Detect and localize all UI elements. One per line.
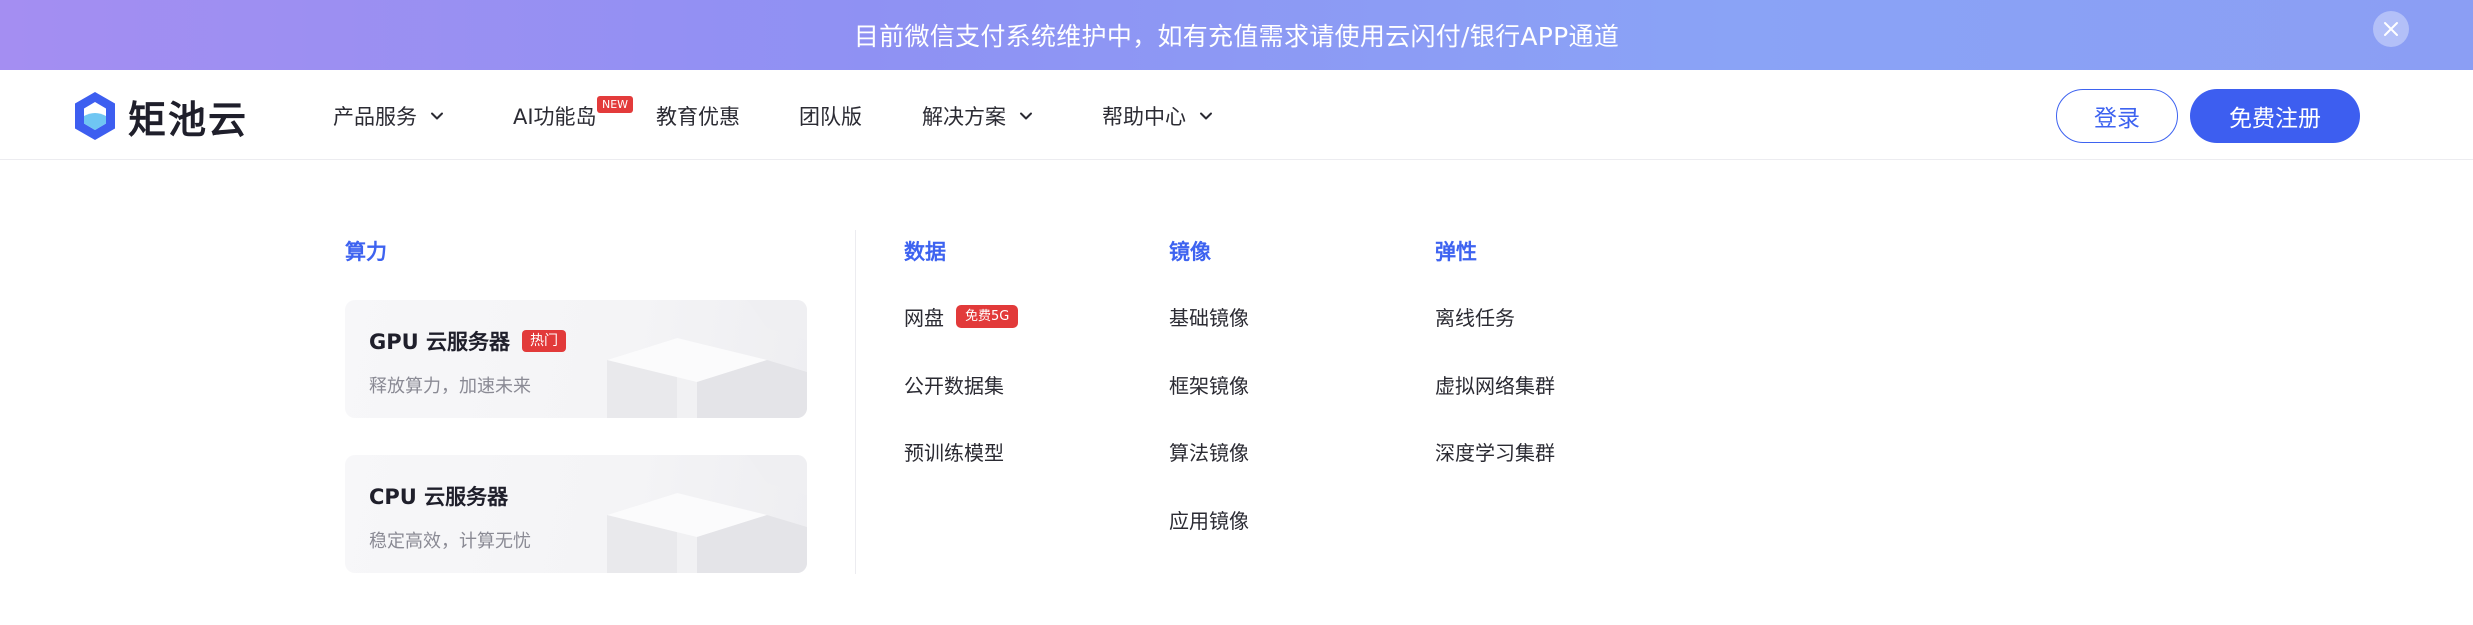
- cpu-server-card[interactable]: CPU 云服务器 稳定高效，计算无忧: [345, 455, 807, 573]
- hexagon-logo-icon: [75, 92, 115, 140]
- hot-badge: 热门: [522, 330, 566, 352]
- close-icon: [2384, 22, 2398, 36]
- menu-link-label: 深度学习集群: [1435, 441, 1555, 465]
- menu-link-base-image[interactable]: 基础镜像: [1169, 302, 1249, 331]
- nav-label: 教育优惠: [656, 105, 740, 129]
- menu-link-algorithm-image[interactable]: 算法镜像: [1169, 437, 1249, 466]
- nav-label: 团队版: [799, 105, 862, 129]
- new-badge: NEW: [597, 96, 634, 113]
- announcement-banner: 目前微信支付系统维护中，如有充值需求请使用云闪付/银行APP通道: [0, 0, 2473, 70]
- banner-close-button[interactable]: [2373, 11, 2409, 47]
- cube-decoration-icon: [607, 300, 807, 418]
- card-title-text: CPU 云服务器: [369, 485, 509, 509]
- column-title-image: 镜像: [1169, 240, 1211, 264]
- menu-link-label: 公开数据集: [904, 374, 1004, 398]
- free-storage-badge: 免费5G: [956, 305, 1019, 328]
- nav-item-products[interactable]: 产品服务: [333, 98, 445, 134]
- nav-item-ai-island[interactable]: AI功能岛 NEW: [513, 96, 634, 134]
- brand-name: 矩池云: [128, 97, 249, 142]
- column-title-data: 数据: [904, 240, 946, 264]
- nav-item-team[interactable]: 团队版: [799, 98, 862, 134]
- chevron-down-icon: [431, 112, 443, 120]
- card-title: GPU 云服务器 热门: [369, 326, 566, 356]
- menu-link-app-image[interactable]: 应用镜像: [1169, 505, 1249, 534]
- menu-link-label: 框架镜像: [1169, 374, 1249, 398]
- menu-link-virtual-network-cluster[interactable]: 虚拟网络集群: [1435, 370, 1555, 399]
- nav-label: 产品服务: [333, 105, 417, 129]
- chevron-down-icon: [1200, 112, 1212, 120]
- card-description: 释放算力，加速未来: [369, 376, 531, 397]
- login-button[interactable]: 登录: [2056, 89, 2178, 143]
- nav-item-solutions[interactable]: 解决方案: [922, 98, 1034, 134]
- menu-link-netdisk[interactable]: 网盘 免费5G: [904, 302, 1019, 331]
- menu-link-label: 虚拟网络集群: [1435, 374, 1555, 398]
- nav-label: 帮助中心: [1102, 105, 1186, 129]
- menu-link-framework-image[interactable]: 框架镜像: [1169, 370, 1249, 399]
- banner-text: 目前微信支付系统维护中，如有充值需求请使用云闪付/银行APP通道: [853, 22, 1620, 51]
- nav-label: AI功能岛: [513, 105, 597, 129]
- menu-link-pretrained-models[interactable]: 预训练模型: [904, 437, 1004, 466]
- card-title: CPU 云服务器: [369, 481, 508, 511]
- nav-item-help[interactable]: 帮助中心: [1102, 98, 1214, 134]
- register-button[interactable]: 免费注册: [2190, 89, 2360, 143]
- menu-link-label: 离线任务: [1435, 306, 1515, 330]
- navbar: 矩池云 产品服务 AI功能岛 NEW 教育优惠 团队版 解决方案 帮助中心 登录…: [0, 70, 2473, 160]
- menu-link-public-datasets[interactable]: 公开数据集: [904, 370, 1004, 399]
- column-title-elastic: 弹性: [1435, 240, 1477, 264]
- nav-label: 解决方案: [922, 105, 1006, 129]
- menu-link-offline-tasks[interactable]: 离线任务: [1435, 302, 1515, 331]
- menu-link-label: 应用镜像: [1169, 509, 1249, 533]
- gpu-server-card[interactable]: GPU 云服务器 热门 释放算力，加速未来: [345, 300, 807, 418]
- menu-link-label: 预训练模型: [904, 441, 1004, 465]
- menu-link-deep-learning-cluster[interactable]: 深度学习集群: [1435, 437, 1555, 466]
- logo[interactable]: 矩池云: [72, 90, 248, 142]
- card-description: 稳定高效，计算无忧: [369, 531, 531, 552]
- menu-link-label: 算法镜像: [1169, 441, 1249, 465]
- chevron-down-icon: [1020, 112, 1032, 120]
- column-divider: [855, 230, 856, 574]
- menu-link-label: 基础镜像: [1169, 306, 1249, 330]
- nav-item-education[interactable]: 教育优惠: [656, 98, 740, 134]
- cube-decoration-icon: [607, 455, 807, 573]
- card-title-text: GPU 云服务器: [369, 330, 510, 354]
- column-title-compute: 算力: [345, 240, 387, 264]
- menu-link-label: 网盘: [904, 306, 944, 330]
